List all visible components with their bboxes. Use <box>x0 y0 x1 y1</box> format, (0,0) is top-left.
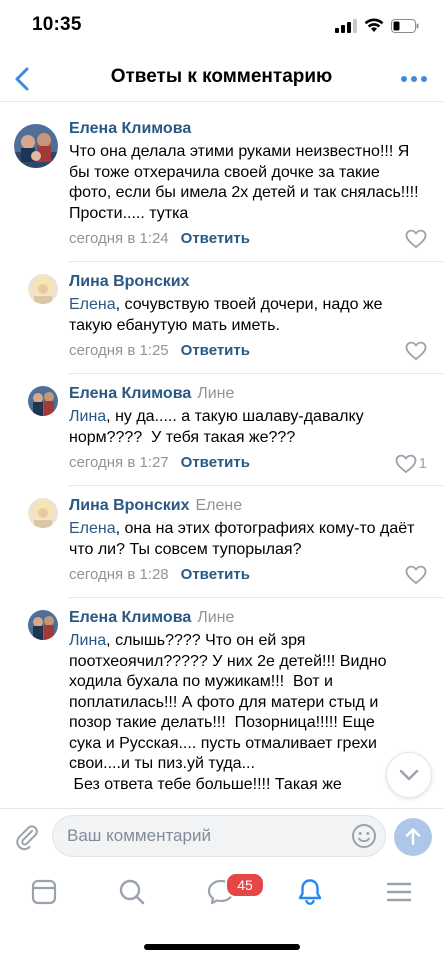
comment-text: Елена, она на этих фотографиях кому-то д… <box>69 519 425 560</box>
emoji-button[interactable] <box>351 823 377 849</box>
mention-link[interactable]: Елена <box>69 296 116 313</box>
comment-author[interactable]: Лина Вронских <box>69 497 189 514</box>
comment-item: Лина Вронских Елена, сочувствую твоей до… <box>0 262 443 374</box>
chevron-down-icon <box>399 769 419 781</box>
comment-author[interactable]: Елена Климова <box>69 385 191 402</box>
comment-item: Елена Климова Что она делала этими рукам… <box>0 112 443 262</box>
comment-author-line: Елена Климова Лине <box>69 384 427 404</box>
status-icons <box>335 18 419 33</box>
mention-link[interactable]: Лина <box>69 632 106 649</box>
avatar-photo-icon <box>28 610 58 640</box>
tab-menu[interactable] <box>383 876 415 908</box>
messages-badge: 45 <box>225 872 265 898</box>
comment-author[interactable]: Елена Климова <box>69 609 191 626</box>
battery-icon <box>391 18 419 33</box>
status-bar: 10:35 <box>0 0 443 56</box>
heart-icon <box>405 565 427 585</box>
comment-time: сегодня в 1:28 <box>69 566 169 583</box>
comment-time: сегодня в 1:27 <box>69 454 169 471</box>
reply-to-label[interactable]: Лине <box>197 385 234 402</box>
avatar[interactable] <box>14 124 58 168</box>
tab-search[interactable] <box>116 876 148 908</box>
comment-text: Елена, сочувствую твоей дочери, надо же … <box>69 295 425 336</box>
home-indicator <box>144 944 300 950</box>
mention-link[interactable]: Елена <box>69 520 116 537</box>
reply-button[interactable]: Ответить <box>181 566 250 583</box>
search-icon <box>119 879 145 905</box>
comment-meta: сегодня в 1:24 Ответить <box>69 228 427 250</box>
comment-time: сегодня в 1:24 <box>69 230 169 247</box>
comment-author-line: Лина Вронских Елене <box>69 496 427 516</box>
reply-button[interactable]: Ответить <box>181 342 250 359</box>
tab-notifications[interactable] <box>294 876 326 908</box>
reply-button[interactable]: Ответить <box>181 230 250 247</box>
nav-bar: Ответы к комментарию <box>0 56 443 102</box>
reply-to-label[interactable]: Лине <box>197 609 234 626</box>
comment-meta: сегодня в 1:25 Ответить <box>69 340 427 362</box>
news-feed-icon <box>31 879 57 905</box>
bell-icon <box>298 879 322 905</box>
comment-author[interactable]: Лина Вронских <box>69 273 189 290</box>
heart-icon <box>395 454 417 474</box>
comment-time: сегодня в 1:25 <box>69 342 169 359</box>
bottom-tab-bar: 45 <box>0 862 443 960</box>
avatar-photo-icon <box>28 498 58 528</box>
comment-meta: сегодня в 1:28 Ответить <box>69 564 427 586</box>
comments-list[interactable]: Елена Климова Что она делала этими рукам… <box>0 102 443 808</box>
attach-button[interactable] <box>12 822 42 852</box>
like-button[interactable] <box>405 341 427 361</box>
comment-author-line: Лина Вронских <box>69 272 427 292</box>
heart-icon <box>405 341 427 361</box>
send-button[interactable] <box>394 818 432 856</box>
comment-body: , слышь???? Что он ей зря поотхеоячил???… <box>69 632 387 793</box>
mention-link[interactable]: Лина <box>69 408 106 425</box>
reply-to-label[interactable]: Елене <box>195 497 242 514</box>
arrow-up-icon <box>405 828 421 846</box>
wifi-icon <box>364 18 384 32</box>
comment-item: Лина Вронских Елене Елена, она на этих фо… <box>0 486 443 598</box>
avatar[interactable] <box>28 386 58 416</box>
comment-item: Елена Климова Лине Лина, ну да..... а так… <box>0 374 443 486</box>
avatar-photo-icon <box>28 386 58 416</box>
comment-author[interactable]: Елена Климова <box>69 120 191 137</box>
menu-icon <box>386 882 412 902</box>
scroll-down-button[interactable] <box>386 752 432 798</box>
comment-text: Что она делала этими руками неизвестно!!… <box>69 143 424 222</box>
comment-body: , она на этих фотографиях кому-то даёт ч… <box>69 520 419 558</box>
comment-item: Елена Климова Лине Лина, слышь???? Что он… <box>0 598 443 808</box>
like-button[interactable] <box>405 229 427 249</box>
comment-body: , ну да..... а такую шалаву-давалку норм… <box>69 408 369 446</box>
like-button[interactable] <box>405 565 427 585</box>
paperclip-icon <box>16 825 38 851</box>
comment-meta: сегодня в 1:27 Ответить 1 <box>69 452 427 474</box>
tab-news[interactable] <box>28 876 60 908</box>
avatar[interactable] <box>28 498 58 528</box>
like-count: 1 <box>418 455 427 472</box>
avatar-photo-icon <box>14 124 58 168</box>
like-button[interactable]: 1 <box>395 453 427 475</box>
comment-input-wrap <box>52 815 386 857</box>
reply-button[interactable]: Ответить <box>181 454 250 471</box>
comment-author-line: Елена Климова <box>69 119 427 139</box>
page-title: Ответы к комментарию <box>110 66 333 87</box>
more-dots-icon <box>401 76 427 82</box>
avatar-photo-icon <box>28 274 58 304</box>
avatar[interactable] <box>28 274 58 304</box>
comment-input[interactable] <box>67 816 337 856</box>
comment-text: Лина, ну да..... а такую шалаву-давалку … <box>69 407 425 448</box>
heart-icon <box>405 229 427 249</box>
comment-body: , сочувствую твоей дочери, надо же такую… <box>69 296 387 334</box>
smile-icon <box>352 824 376 848</box>
cellular-signal-icon <box>335 18 357 33</box>
comment-author-line: Елена Климова Лине <box>69 608 427 628</box>
comment-composer <box>0 808 443 862</box>
avatar[interactable] <box>28 610 58 640</box>
comment-text: Лина, слышь???? Что он ей зря поотхеоячи… <box>69 631 409 795</box>
status-time: 10:35 <box>32 14 82 35</box>
more-button[interactable] <box>399 68 429 90</box>
